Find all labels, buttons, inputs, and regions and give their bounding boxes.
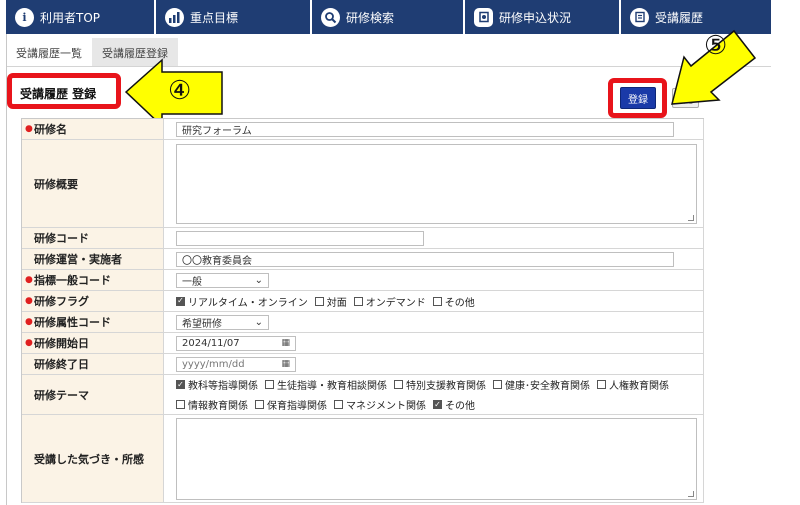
row-indicator: ● 指標一般コード 一般 ⌄ xyxy=(22,270,704,291)
required-mark: ● xyxy=(25,338,33,348)
required-mark: ● xyxy=(25,275,33,285)
row-flag: ● 研修フラグ ✓ リアルタイム・オンライン 対面 オンデマンド その他 xyxy=(22,291,704,312)
theme-special-support-checkbox[interactable]: 特別支援教育関係 xyxy=(394,377,486,392)
training-summary-textarea[interactable] xyxy=(176,143,697,224)
row-attribute: ● 研修属性コード 希望研修 ⌄ xyxy=(22,312,704,333)
nav-item-priority-goals[interactable]: 重点目標 xyxy=(156,0,312,34)
step-number-5: ⑤ xyxy=(704,31,728,61)
register-button[interactable]: 登録 xyxy=(620,87,656,109)
tab-history-list[interactable]: 受講履歴一覧 xyxy=(6,38,92,66)
search-icon xyxy=(321,7,340,27)
start-date-input[interactable]: 2024/11/07 ▦ xyxy=(176,335,296,351)
row-start-date: ● 研修開始日 2024/11/07 ▦ xyxy=(22,333,704,354)
chevron-down-icon: ⌄ xyxy=(254,316,263,328)
theme-options-line-1: ✓ 教科等指導関係 生徒指導・教育相談関係 特別支援教育関係 健康･安全教育関係 … xyxy=(176,377,676,392)
theme-human-rights-checkbox[interactable]: 人権教育関係 xyxy=(597,377,669,392)
theme-options-line-2: 情報教育関係 保育指導関係 マネジメント関係 ✓ その他 xyxy=(176,397,482,412)
flag-other-checkbox[interactable]: その他 xyxy=(432,294,475,309)
checkbox-icon xyxy=(432,296,442,306)
field-label: 研修運営・実施者 xyxy=(22,249,164,269)
indicator-select[interactable]: 一般 ⌄ xyxy=(176,272,269,288)
required-mark: ● xyxy=(25,317,33,327)
sub-tabs: 受講履歴一覧 受講履歴登録 xyxy=(6,38,178,66)
attribute-select[interactable]: 希望研修 ⌄ xyxy=(176,314,269,330)
checkbox-icon xyxy=(334,400,343,409)
top-navigation: i 利用者TOP 重点目標 研修検索 研修申込状況 受講履歴 xyxy=(6,0,771,34)
theme-management-checkbox[interactable]: マネジメント関係 xyxy=(334,397,426,412)
checkbox-checked-icon: ✓ xyxy=(433,399,442,409)
checkbox-checked-icon: ✓ xyxy=(176,379,185,389)
field-label: ● 研修属性コード xyxy=(22,312,164,332)
nav-label: 研修申込状況 xyxy=(499,10,572,25)
chart-icon xyxy=(165,7,184,27)
theme-student-guidance-checkbox[interactable]: 生徒指導・教育相談関係 xyxy=(265,377,387,392)
theme-subject-guidance-checkbox[interactable]: ✓ 教科等指導関係 xyxy=(176,377,258,392)
history-register-form: ● 研修名 研究フォーラム 研修概要 研修コード 研修運営・実施者 〇〇教育委員会… xyxy=(21,118,704,503)
checkbox-icon xyxy=(493,380,502,389)
field-label: ● 研修開始日 xyxy=(22,333,164,353)
row-summary: 研修概要 xyxy=(22,140,704,228)
row-code: 研修コード xyxy=(22,228,704,249)
page-title: 受講履歴 登録 xyxy=(20,87,97,101)
checkbox-icon xyxy=(176,400,185,409)
organizer-input[interactable]: 〇〇教育委員会 xyxy=(176,251,674,267)
field-label: ● 研修フラグ xyxy=(22,291,164,311)
flag-on-demand-checkbox[interactable]: オンデマンド xyxy=(353,294,426,309)
checkbox-icon xyxy=(353,296,363,306)
checkbox-icon xyxy=(394,380,403,389)
field-label: ● 研修名 xyxy=(22,119,164,139)
theme-information-checkbox[interactable]: 情報教育関係 xyxy=(176,397,248,412)
row-name: ● 研修名 研究フォーラム xyxy=(22,119,704,140)
tab-divider xyxy=(6,66,771,67)
checkbox-icon xyxy=(597,380,606,389)
checkbox-checked-icon: ✓ xyxy=(176,296,185,306)
field-label: 研修終了日 xyxy=(22,354,164,374)
checkbox-icon xyxy=(255,400,264,409)
field-label: 研修テーマ xyxy=(22,375,164,414)
back-button[interactable]: 戻る xyxy=(672,88,699,108)
training-code-input[interactable] xyxy=(176,230,424,246)
info-icon: i xyxy=(15,7,34,27)
nav-item-history[interactable]: 受講履歴 xyxy=(621,0,771,34)
field-label: 受講した気づき・所感 xyxy=(22,415,164,502)
list-icon xyxy=(630,7,649,27)
tab-history-register[interactable]: 受講履歴登録 xyxy=(92,38,178,66)
required-mark: ● xyxy=(25,124,33,134)
field-label: 研修コード xyxy=(22,228,164,248)
row-end-date: 研修終了日 yyyy/mm/dd ▦ xyxy=(22,354,704,375)
calendar-icon[interactable]: ▦ xyxy=(281,338,290,348)
row-organizer: 研修運営・実施者 〇〇教育委員会 xyxy=(22,249,704,270)
nav-item-user-top[interactable]: i 利用者TOP xyxy=(6,0,156,34)
application-icon xyxy=(474,7,493,27)
theme-childcare-checkbox[interactable]: 保育指導関係 xyxy=(255,397,327,412)
row-reflection: 受講した気づき・所感 xyxy=(22,415,704,503)
theme-health-safety-checkbox[interactable]: 健康･安全教育関係 xyxy=(493,377,590,392)
nav-label: 利用者TOP xyxy=(40,10,101,25)
calendar-icon[interactable]: ▦ xyxy=(281,359,290,369)
field-label: 研修概要 xyxy=(22,140,164,227)
nav-label: 受講履歴 xyxy=(655,10,704,25)
row-theme: 研修テーマ ✓ 教科等指導関係 生徒指導・教育相談関係 特別支援教育関係 健康･安… xyxy=(22,375,704,415)
reflection-textarea[interactable] xyxy=(176,417,697,500)
theme-other-checkbox[interactable]: ✓ その他 xyxy=(433,397,475,412)
flag-face-to-face-checkbox[interactable]: 対面 xyxy=(314,294,347,309)
chevron-down-icon: ⌄ xyxy=(254,274,263,286)
nav-label: 研修検索 xyxy=(346,10,395,25)
step-number-4: ④ xyxy=(168,76,192,106)
checkbox-icon xyxy=(265,380,274,389)
nav-item-search[interactable]: 研修検索 xyxy=(312,0,465,34)
checkbox-icon xyxy=(314,296,324,306)
nav-item-application-status[interactable]: 研修申込状況 xyxy=(465,0,621,34)
training-name-input[interactable]: 研究フォーラム xyxy=(176,121,674,137)
nav-label: 重点目標 xyxy=(190,10,239,25)
field-label: ● 指標一般コード xyxy=(22,270,164,290)
end-date-input[interactable]: yyyy/mm/dd ▦ xyxy=(176,356,296,372)
required-mark: ● xyxy=(25,296,33,306)
flag-realtime-online-checkbox[interactable]: ✓ リアルタイム・オンライン xyxy=(176,294,308,309)
